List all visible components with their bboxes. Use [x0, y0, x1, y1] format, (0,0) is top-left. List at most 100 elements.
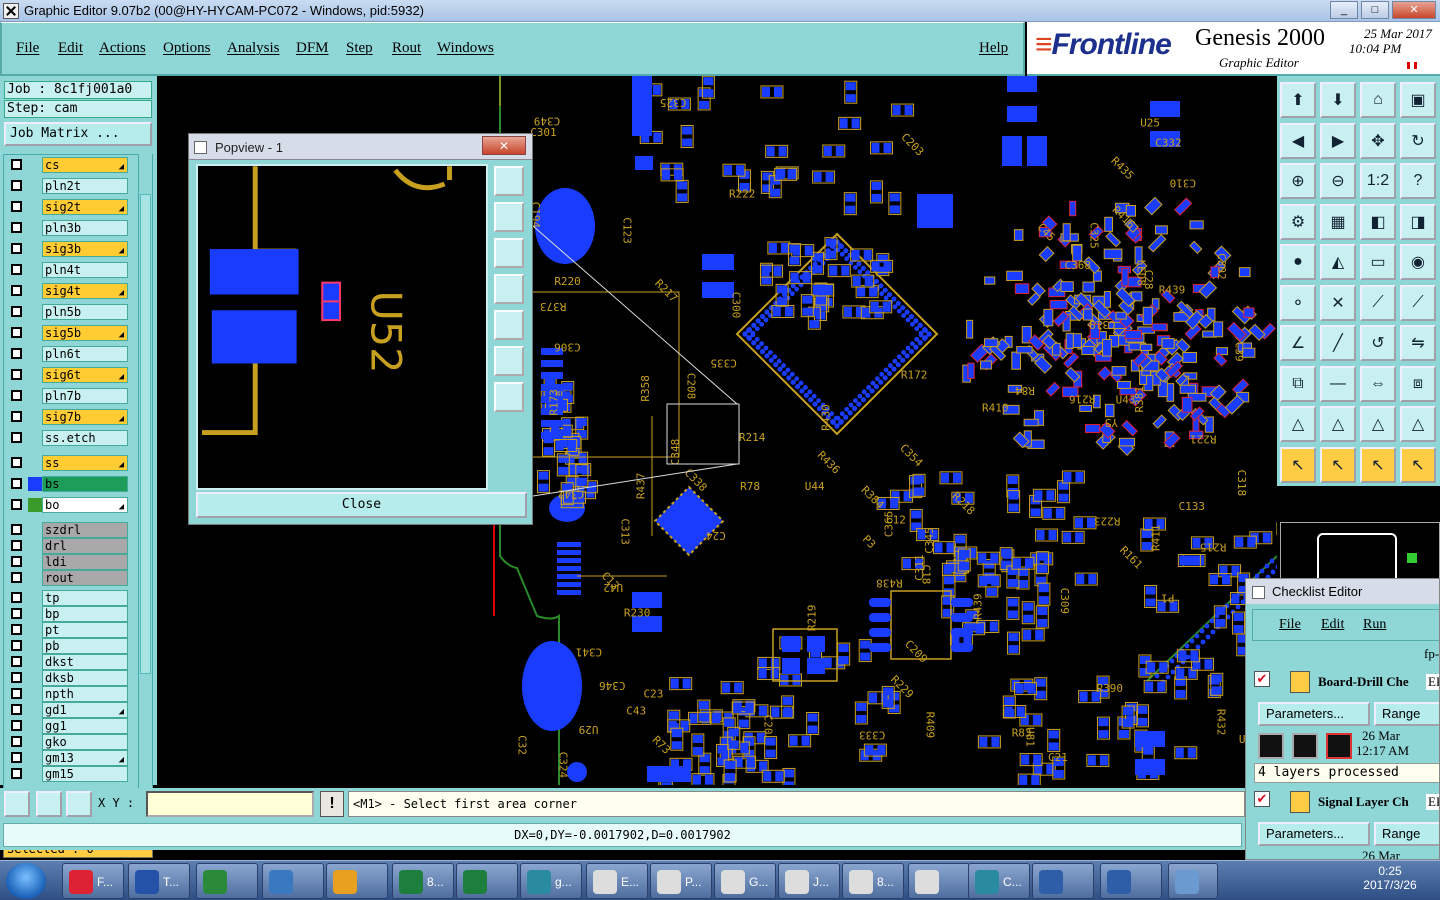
checklist-menu-edit[interactable]: Edit [1321, 617, 1344, 633]
layer-name[interactable]: sig5b ◢ [42, 325, 128, 341]
rotate-icon[interactable]: ↺ [1360, 325, 1396, 361]
check2-name[interactable]: Signal Layer Ch [1318, 794, 1409, 810]
zoom-in-icon[interactable]: ⊕ [1280, 163, 1316, 199]
layer-checkbox[interactable] [11, 478, 22, 489]
pan-down-icon[interactable]: ⬇ [1320, 82, 1356, 118]
menu-actions[interactable]: Actions [99, 40, 146, 57]
layer-row-gd1[interactable]: gd1 ◢ [6, 702, 128, 718]
cut-icon[interactable]: — [1320, 365, 1356, 402]
move-icon[interactable]: ⇔ [1360, 365, 1396, 402]
connect-2-icon[interactable]: ⟋ [1400, 284, 1436, 321]
menu-step[interactable]: Step [346, 40, 373, 57]
pad-icon[interactable]: ◉ [1400, 244, 1436, 280]
layer-row-gm13[interactable]: gm13 ◢ [6, 750, 128, 766]
triangle-3-icon[interactable]: △ [1360, 406, 1396, 442]
popview-close-x[interactable]: ✕ [482, 136, 526, 155]
taskbar-item[interactable]: F... [62, 863, 124, 899]
pan-up-icon[interactable]: ⬆ [1280, 82, 1316, 118]
connect-icon[interactable]: ⟋ [1360, 284, 1396, 321]
layer-name[interactable]: pln5b [42, 304, 128, 320]
taskbar-item[interactable] [908, 863, 970, 899]
home-view-icon[interactable]: ⌂ [1360, 82, 1396, 118]
layer-row-gg1[interactable]: gg1 [6, 718, 128, 734]
layer-name[interactable]: sig4t ◢ [42, 283, 128, 299]
window-view-icon[interactable]: ▣ [1400, 82, 1436, 118]
layer-checkbox[interactable] [11, 640, 22, 651]
layer-checkbox[interactable] [11, 572, 22, 583]
layer-checkbox[interactable] [11, 768, 22, 779]
popview-canvas[interactable]: U52 [196, 164, 488, 490]
layer-name[interactable]: sig6t ◢ [42, 367, 128, 383]
layer-row-drl[interactable]: drl [6, 538, 128, 554]
popview-zoom-fit-button[interactable] [494, 166, 524, 196]
job-matrix-button[interactable]: Job Matrix ... [4, 122, 152, 146]
layer-name[interactable]: bp [42, 606, 128, 622]
layer-checkbox[interactable] [11, 556, 22, 567]
layer-row-pln2t[interactable]: pln2t [6, 178, 128, 194]
layer-row-ss[interactable]: ss ◢ [6, 455, 128, 471]
angle-icon[interactable]: ∠ [1280, 325, 1316, 361]
layer-name[interactable]: szdrl [42, 522, 128, 538]
layer-name[interactable]: dkst [42, 654, 128, 670]
popview-pan-left-button[interactable] [494, 274, 524, 304]
taskbar-item[interactable]: T... [128, 863, 190, 899]
layer-row-cs[interactable]: cs ◢ [6, 157, 128, 173]
scale-1to1-icon[interactable]: 1:2 [1360, 163, 1396, 199]
resize-icon[interactable]: ⧈ [1400, 365, 1436, 402]
close-button[interactable]: ✕ [1392, 1, 1436, 19]
layer-name[interactable]: rout [42, 570, 128, 586]
layer-name[interactable]: pln3b [42, 220, 128, 236]
pan-left-icon[interactable]: ◀ [1280, 122, 1316, 159]
layer-checkbox[interactable] [11, 499, 22, 510]
scroll-thumb[interactable] [140, 194, 151, 674]
layer-checkbox[interactable] [11, 369, 22, 380]
layer-row-szdrl[interactable]: szdrl [6, 522, 128, 538]
layer-checkbox[interactable] [11, 348, 22, 359]
menu-edit[interactable]: Edit [58, 40, 83, 57]
xy-input[interactable] [146, 791, 314, 817]
layer-name[interactable]: pln4t [42, 262, 128, 278]
layer-name[interactable]: gg1 [42, 718, 128, 734]
layer-checkbox[interactable] [11, 704, 22, 715]
layer-checkbox[interactable] [11, 201, 22, 212]
layer-row-bo[interactable]: bo ◢ [6, 497, 128, 513]
taskbar-item[interactable] [1032, 863, 1094, 899]
layer-checkbox[interactable] [11, 390, 22, 401]
pointer-select-icon[interactable]: ↖ [1320, 446, 1356, 483]
layer-row-gko[interactable]: gko [6, 734, 128, 750]
layer-name[interactable]: gm15 [42, 766, 128, 782]
layer-row-pln3b[interactable]: pln3b [6, 220, 128, 236]
layer-row-pln6t[interactable]: pln6t [6, 346, 128, 362]
layer-row-gm15[interactable]: gm15 [6, 766, 128, 782]
popview-pan-down-button[interactable] [494, 238, 524, 268]
layer-name[interactable]: bo ◢ [42, 497, 128, 513]
layer-name[interactable]: bs [42, 476, 128, 492]
layer-name[interactable]: dksb [42, 670, 128, 686]
taskbar-item[interactable] [1100, 863, 1162, 899]
layer-name[interactable]: gd1 ◢ [42, 702, 128, 718]
taskbar-item[interactable]: C... [968, 863, 1030, 899]
layer-checkbox[interactable] [11, 688, 22, 699]
layer-row-pln5b[interactable]: pln5b [6, 304, 128, 320]
layer-name[interactable]: pln2t [42, 178, 128, 194]
layer-checkbox[interactable] [11, 656, 22, 667]
layer-row-sig4t[interactable]: sig4t ◢ [6, 283, 128, 299]
popview-close-button[interactable]: Close [196, 492, 527, 518]
pointer-zoom-icon[interactable]: ↖ [1360, 446, 1396, 483]
pan-right-icon[interactable]: ▶ [1320, 122, 1356, 159]
layer-name[interactable]: ss.etch [42, 430, 128, 446]
layer-name[interactable]: pb [42, 638, 128, 654]
menu-help[interactable]: Help [979, 40, 1008, 57]
layer-row-sig5b[interactable]: sig5b ◢ [6, 325, 128, 341]
layer-checkbox[interactable] [11, 524, 22, 535]
zoom-out-icon[interactable]: ⊖ [1320, 163, 1356, 199]
layer-name[interactable]: gko [42, 734, 128, 750]
layer-row-sig7b[interactable]: sig7b ◢ [6, 409, 128, 425]
layer-row-sig3b[interactable]: sig3b ◢ [6, 241, 128, 257]
taskbar-item[interactable]: 8... [392, 863, 454, 899]
layer-checkbox[interactable] [11, 285, 22, 296]
draw-icon[interactable]: ◭ [1320, 244, 1356, 280]
start-button[interactable] [6, 863, 46, 899]
check2-checkbox[interactable]: ✔ [1254, 791, 1270, 807]
feature-select-icon[interactable]: ● [1280, 244, 1316, 280]
